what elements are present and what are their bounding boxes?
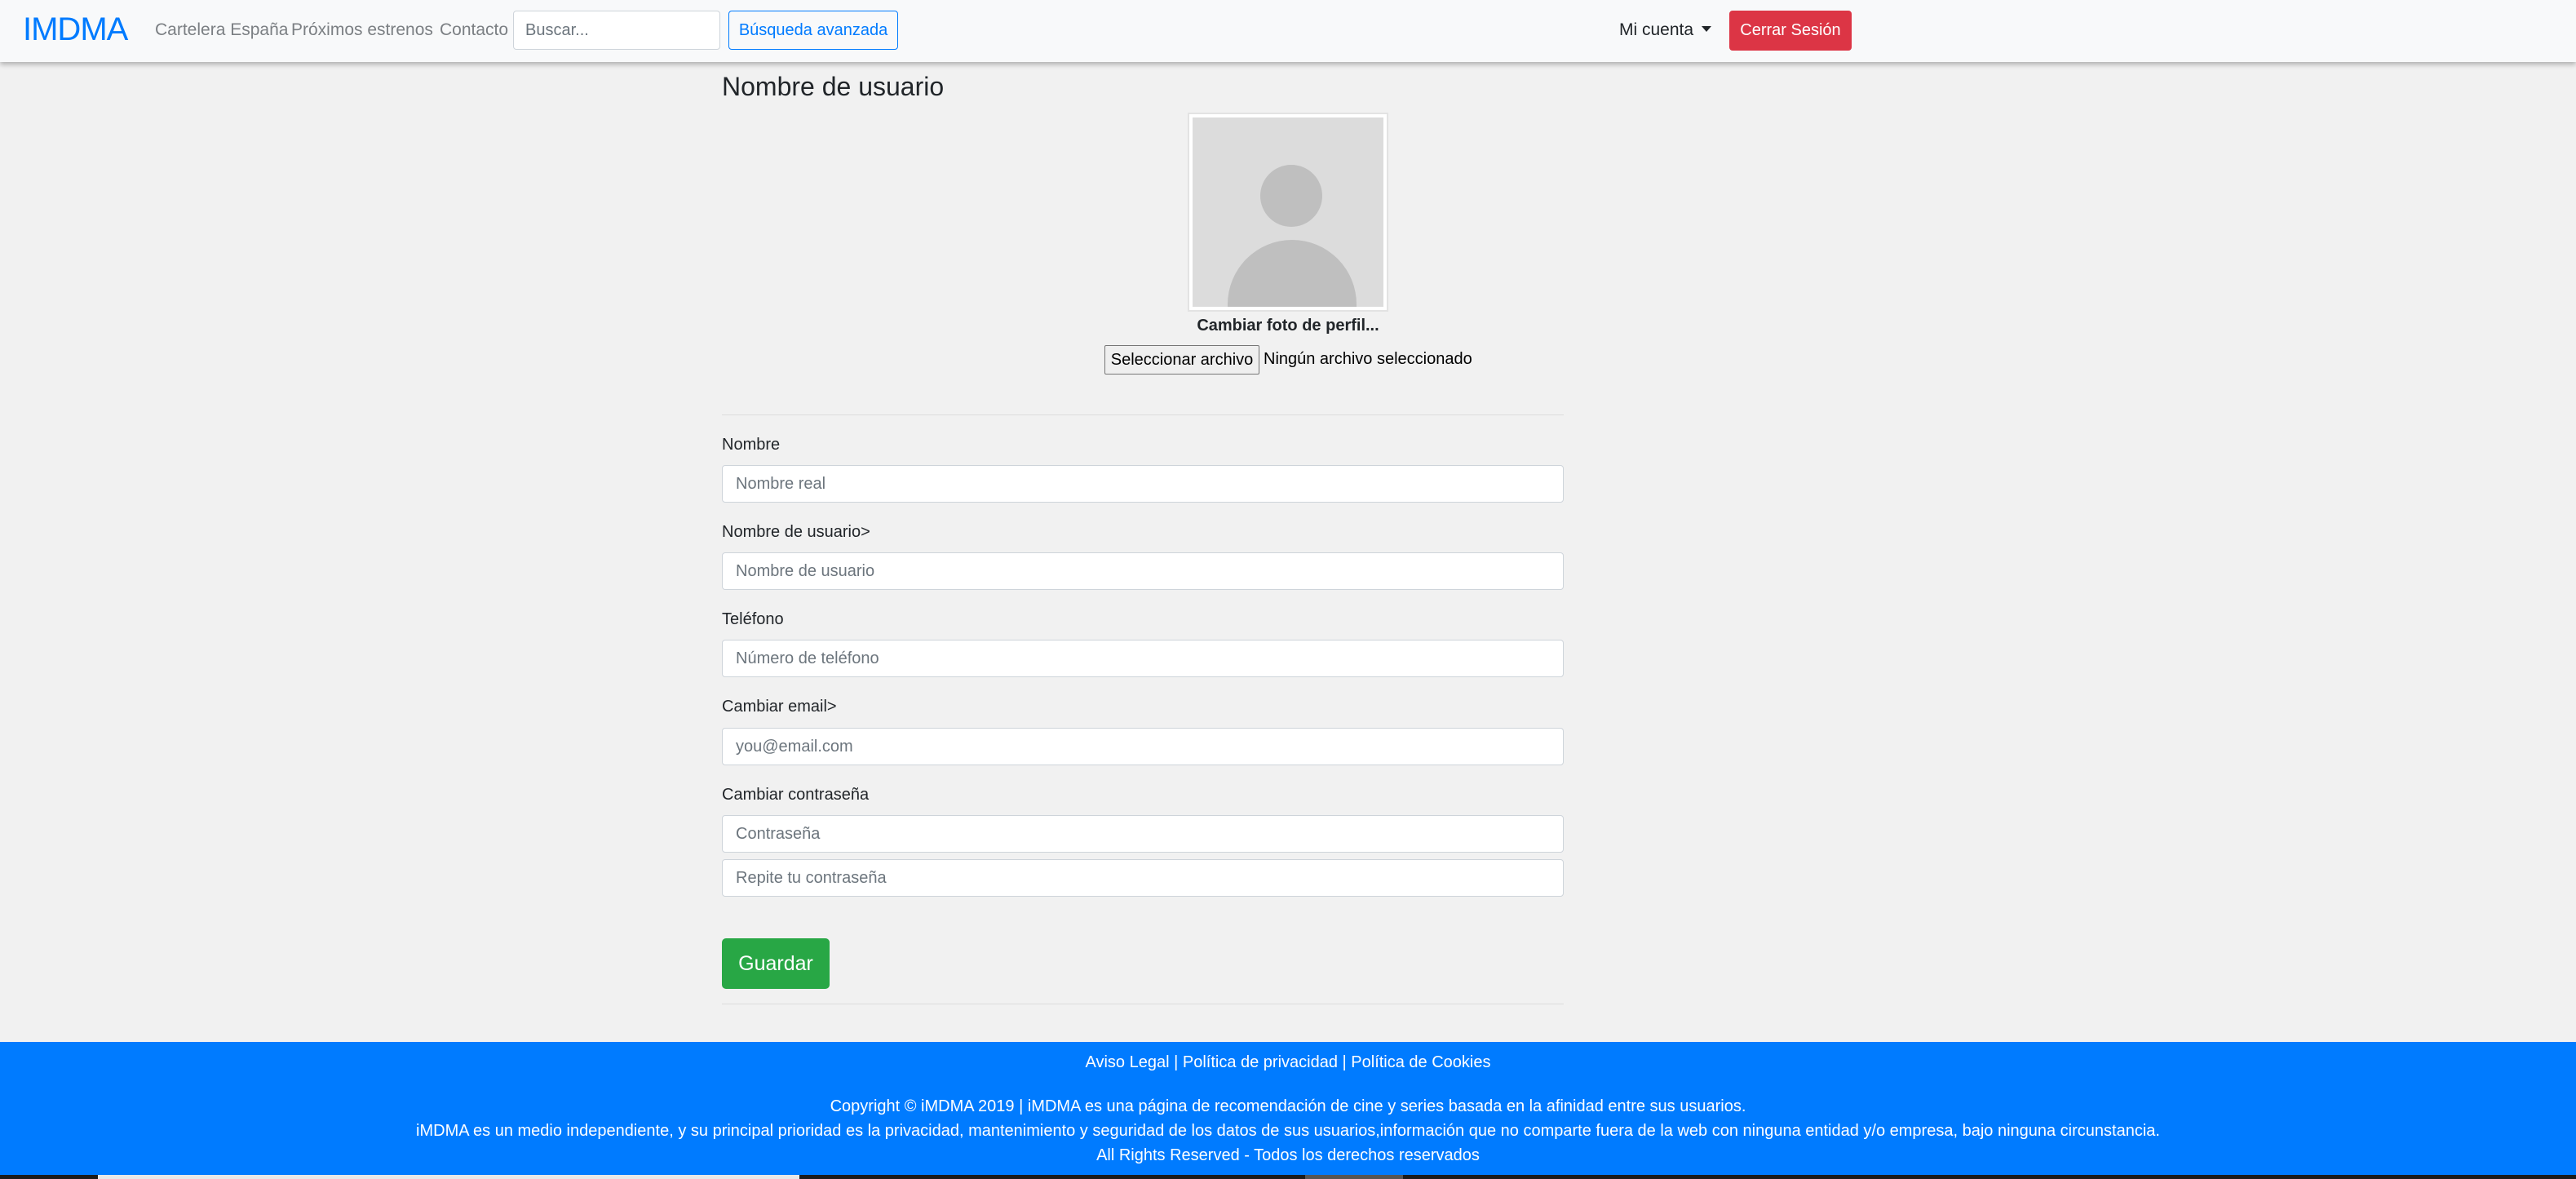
name-input[interactable]	[722, 465, 1564, 503]
file-status-text: Ningún archivo seleccionado	[1264, 350, 1472, 368]
bottom-strip	[0, 1175, 2576, 1179]
footer: Aviso Legal | Política de privacidad | P…	[0, 1042, 2576, 1179]
email-input[interactable]	[722, 728, 1564, 765]
privacy-policy-link[interactable]: Política de privacidad	[1183, 1053, 1338, 1071]
select-file-button[interactable]: Seleccionar archivo	[1104, 345, 1259, 375]
nav-link-proximos-estrenos[interactable]: Próximos estrenos	[291, 20, 433, 40]
phone-input[interactable]	[722, 640, 1564, 677]
strip-segment	[98, 1175, 799, 1179]
name-label: Nombre	[722, 436, 781, 454]
rights-text: All Rights Reserved - Todos los derechos…	[1096, 1146, 1480, 1164]
brand-logo[interactable]: IMDMA	[23, 11, 128, 48]
account-label: Mi cuenta	[1619, 20, 1694, 39]
separator: |	[1337, 1053, 1352, 1071]
password-label: Cambiar contraseña	[722, 786, 870, 804]
username-input[interactable]	[722, 552, 1564, 590]
change-photo-label: Cambiar foto de perfil...	[1197, 317, 1379, 335]
nav-link-cartelera[interactable]: Cartelera España	[155, 20, 288, 40]
footer-links: Aviso Legal | Política de privacidad | P…	[0, 1053, 2576, 1072]
caret-down-icon	[1702, 26, 1712, 32]
advanced-search-button[interactable]: Búsqueda avanzada	[728, 11, 898, 50]
email-label: Cambiar email>	[722, 698, 837, 716]
strip-segment	[1305, 1175, 1403, 1179]
independence-text: iMDMA es un medio independiente, y su pr…	[416, 1122, 2160, 1140]
nav-link-contacto[interactable]: Contacto	[440, 20, 508, 40]
page-title: Nombre de usuario	[722, 72, 945, 101]
password-input[interactable]	[722, 815, 1564, 853]
username-label: Nombre de usuario>	[722, 523, 870, 541]
avatar	[1188, 113, 1388, 312]
navbar: IMDMA Cartelera España Próximos estrenos…	[0, 0, 2576, 62]
cookies-policy-link[interactable]: Política de Cookies	[1351, 1053, 1490, 1071]
separator: |	[1169, 1053, 1183, 1071]
copyright-text: Copyright © iMDMA 2019 | iMDMA es una pá…	[830, 1097, 1746, 1115]
avatar-head	[1260, 165, 1322, 227]
logout-button[interactable]: Cerrar Sesión	[1729, 11, 1852, 51]
legal-notice-link[interactable]: Aviso Legal	[1086, 1053, 1170, 1071]
search-input[interactable]	[513, 11, 720, 50]
avatar-placeholder-icon	[1193, 117, 1383, 307]
password-repeat-input[interactable]	[722, 859, 1564, 897]
avatar-body	[1228, 240, 1357, 307]
save-button[interactable]: Guardar	[722, 938, 830, 989]
phone-label: Teléfono	[722, 610, 784, 628]
divider	[722, 414, 1564, 415]
account-dropdown[interactable]: Mi cuenta	[1619, 20, 1712, 40]
